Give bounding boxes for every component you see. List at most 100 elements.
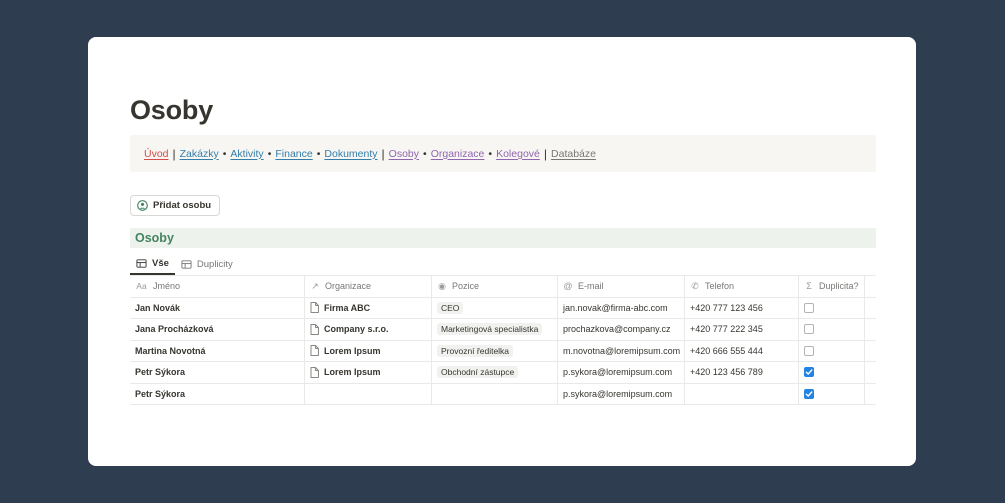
nav-link-osoby[interactable]: Osoby [389,148,419,160]
column-header-pozice[interactable]: ◉ Pozice [432,276,558,297]
position-cell[interactable]: Provozní ředitelka [432,340,558,361]
at-icon: @ [563,281,573,292]
duplicate-cell [799,362,865,383]
nav-link-úvod[interactable]: Úvod [144,148,169,160]
page-icon [310,366,319,378]
tab-vše[interactable]: Vše [130,253,175,275]
position-tag: Provozní ředitelka [437,344,514,357]
person-name: Petr Sýkora [135,388,186,399]
nav-link-zakázky[interactable]: Zakázky [180,148,219,160]
phone-cell[interactable]: +420 777 123 456 [685,297,799,318]
column-header-label: Organizace [325,281,372,292]
phone-cell[interactable]: +420 666 555 444 [685,340,799,361]
text-icon: Aa [136,281,147,292]
organization-link[interactable]: Lorem Ipsum [310,345,381,357]
duplicate-checkbox[interactable] [804,302,814,313]
column-header-label: Jméno [153,281,181,292]
table-row: Petr Sýkora Lorem Ipsum Obchodní zástupce p… [130,362,876,384]
column-header-e-mail[interactable]: @ E-mail [558,276,685,297]
organization-name: Company s.r.o. [324,324,389,335]
position-tag: Marketingová specialistka [437,323,543,336]
phone-value: +420 123 456 789 [690,367,763,378]
phone-cell[interactable]: +420 123 456 789 [685,362,799,383]
page-card: Osoby Úvod | Zakázky • Aktivity • Finance • Doku… [88,37,916,466]
duplicate-checkbox[interactable] [804,388,814,399]
row-spacer [865,341,876,362]
duplicate-checkbox[interactable] [804,367,814,378]
relation-arrow-icon: ↗ [311,280,319,291]
nav-separator: | [381,146,385,161]
email-value: m.novotna@loremipsum.com [563,345,681,356]
nav-separator: • [488,147,493,160]
nav-link-organizace[interactable]: Organizace [431,148,485,160]
tab-label: Duplicity [196,258,233,270]
user-circle-icon [137,200,148,211]
email-cell[interactable]: m.novotna@loremipsum.com [558,340,685,361]
duplicate-cell [799,319,865,340]
page-icon [310,323,319,335]
tab-label: Vše [152,257,169,269]
organization-cell[interactable]: Lorem Ipsum [305,362,432,383]
column-header-label: E-mail [578,281,604,292]
email-cell[interactable]: prochazkova@company.cz [558,319,685,340]
duplicate-checkbox[interactable] [804,345,814,356]
duplicate-cell [799,383,865,404]
add-person-button[interactable]: Přidat osobu [130,195,221,216]
row-spacer [865,384,876,405]
person-name: Petr Sýkora [135,367,186,378]
position-tag: Obchodní zástupce [437,366,519,379]
column-header-telefon[interactable]: ✆ Telefon [685,276,799,297]
person-name: Martina Novotná [135,345,206,356]
position-cell[interactable]: CEO [432,297,558,318]
nav-link-databáze[interactable]: Databáze [551,148,596,160]
organization-cell[interactable] [305,383,432,404]
nav-link-kolegové[interactable]: Kolegové [496,148,540,160]
nav-separator: • [316,147,321,160]
duplicate-checkbox[interactable] [804,324,814,335]
column-header-label: Pozice [452,281,480,292]
phone-cell[interactable] [685,383,799,404]
position-cell[interactable] [432,383,558,404]
table-row: Petr Sýkora p.sykora@loremipsum.com [130,383,876,405]
nav-link-dokumenty[interactable]: Dokumenty [324,148,377,160]
nav-separator: • [222,147,227,160]
position-cell[interactable]: Obchodní zástupce [432,362,558,383]
name-cell[interactable]: Jana Procházková [130,319,305,340]
position-cell[interactable]: Marketingová specialistka [432,319,558,340]
table-header-row: Aa Jméno ↗ Organizace ◉ Pozice @ E-mail ✆ Telefon… [130,276,876,298]
nav-separator: | [172,146,176,161]
phone-cell[interactable]: +420 777 222 345 [685,319,799,340]
name-cell[interactable]: Martina Novotná [130,340,305,361]
column-header-organizace[interactable]: ↗ Organizace [305,276,432,297]
email-cell[interactable]: p.sykora@loremipsum.com [558,383,685,404]
phone-value: +420 666 555 444 [690,345,763,356]
email-cell[interactable]: p.sykora@loremipsum.com [558,362,685,383]
organization-link[interactable]: Company s.r.o. [310,323,389,335]
email-cell[interactable]: jan.novak@firma-abc.com [558,297,685,318]
column-header-duplicita[interactable]: Σ Duplicita? [799,276,865,297]
select-icon: ◉ [438,280,446,291]
organization-link[interactable]: Firma ABC [310,302,370,314]
page-icon [310,345,319,357]
add-person-button-label: Přidat osobu [153,200,212,211]
organization-cell[interactable]: Lorem Ipsum [305,340,432,361]
name-cell[interactable]: Petr Sýkora [130,383,305,404]
email-value: p.sykora@loremipsum.com [563,367,673,378]
email-value: prochazkova@company.cz [563,324,671,335]
organization-link[interactable]: Lorem Ipsum [310,366,381,378]
organization-cell[interactable]: Firma ABC [305,297,432,318]
tab-duplicity[interactable]: Duplicity [175,253,239,275]
name-cell[interactable]: Jan Novák [130,297,305,318]
nav-separator: | [543,146,548,161]
duplicate-cell [799,297,865,318]
name-cell[interactable]: Petr Sýkora [130,362,305,383]
organization-name: Lorem Ipsum [324,367,381,378]
column-header-label: Duplicita? [819,281,859,292]
nav-link-aktivity[interactable]: Aktivity [230,148,263,160]
nav-link-finance[interactable]: Finance [275,148,312,160]
table-row: Jana Procházková Company s.r.o. Marketingo… [130,319,876,341]
organization-cell[interactable]: Company s.r.o. [305,319,432,340]
column-header-jm-no[interactable]: Aa Jméno [130,276,305,297]
page-icon [310,302,319,314]
view-tabs: Vše Duplicity [130,253,239,275]
